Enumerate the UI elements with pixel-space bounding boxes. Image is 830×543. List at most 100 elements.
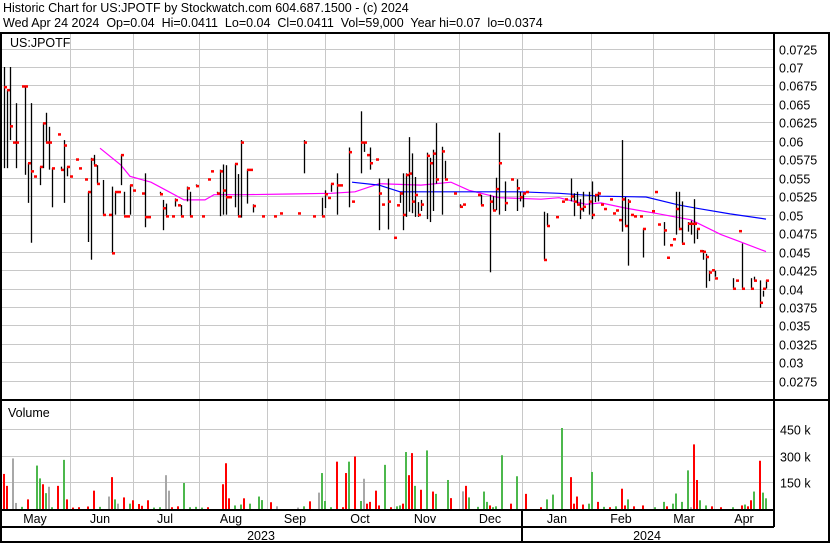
close-tick	[625, 224, 628, 228]
volume-bar	[303, 506, 305, 509]
close-tick	[103, 213, 106, 217]
close-tick	[406, 173, 409, 177]
close-tick	[697, 227, 700, 231]
close-tick	[97, 182, 100, 186]
volume-bar	[171, 507, 173, 509]
close-tick	[739, 229, 742, 233]
close-tick	[505, 201, 508, 205]
symbol-label: US:JPOTF	[10, 36, 71, 50]
volume-bar	[753, 491, 755, 509]
volume-bar	[129, 503, 131, 509]
volume-bar	[561, 428, 563, 509]
volume-bar	[42, 484, 44, 509]
close-tick	[751, 287, 754, 291]
close-tick	[619, 218, 622, 222]
volume-bar	[270, 502, 272, 509]
close-tick	[4, 85, 7, 89]
volume-bar	[63, 459, 65, 509]
volume-bar	[411, 453, 413, 509]
volume-bar	[243, 498, 245, 509]
close-tick	[220, 170, 223, 173]
close-tick	[16, 141, 19, 144]
volume-bar	[48, 486, 50, 509]
close-tick	[352, 200, 355, 203]
year-label: 2024	[633, 529, 661, 543]
close-tick	[679, 227, 682, 231]
volume-bar	[384, 464, 386, 509]
close-tick	[229, 195, 232, 199]
price-tick-label: 0.055	[779, 173, 810, 187]
close-tick	[595, 193, 598, 197]
volume-bar	[699, 500, 701, 509]
close-tick	[118, 190, 121, 194]
volume-bar	[378, 505, 380, 509]
volume-bar	[342, 507, 344, 509]
volume-bar	[234, 505, 236, 509]
gridlines	[2, 33, 773, 509]
volume-bar	[432, 491, 434, 509]
volume-bar	[261, 500, 263, 509]
close-tick	[67, 165, 70, 169]
close-tick	[421, 203, 424, 206]
close-tick	[331, 182, 334, 186]
volume-bar	[633, 506, 635, 509]
close-tick	[196, 184, 199, 188]
volume-bar	[165, 475, 167, 509]
volume-bar	[408, 475, 410, 509]
volume-bar	[762, 492, 764, 509]
volume-bar	[117, 503, 119, 509]
close-tick	[325, 193, 328, 196]
close-tick	[112, 252, 115, 255]
volume-bar	[627, 499, 629, 509]
volume-bar	[588, 503, 590, 509]
close-tick	[580, 207, 583, 211]
volume-bar	[51, 507, 53, 509]
volume-tick-label: 300 k	[780, 451, 811, 465]
price-tick-label: 0.065	[779, 99, 810, 113]
volume-bar	[276, 506, 278, 509]
close-tick	[592, 213, 595, 217]
close-tick	[676, 207, 679, 211]
volume-bar	[21, 506, 23, 509]
price-tick-label: 0.0525	[779, 191, 817, 205]
close-tick	[442, 150, 445, 153]
close-tick	[733, 287, 736, 291]
price-tick-label: 0.0425	[779, 265, 817, 279]
volume-bar	[516, 476, 518, 509]
close-tick	[511, 178, 514, 181]
volume-bar	[705, 505, 707, 509]
month-label: May	[23, 512, 47, 526]
close-tick	[25, 85, 28, 88]
close-tick	[652, 209, 655, 213]
close-tick	[499, 161, 502, 165]
close-tick	[460, 205, 463, 209]
price-tick-label: 0.0725	[779, 44, 817, 58]
volume-bar	[492, 507, 494, 509]
volume-bar	[414, 485, 416, 509]
volume-bar	[366, 503, 368, 509]
price-tick-label: 0.0675	[779, 80, 817, 94]
close-tick	[253, 204, 256, 208]
volume-bar	[168, 490, 170, 509]
close-tick	[397, 204, 400, 207]
volume-bar	[57, 485, 59, 509]
volume-bar	[582, 504, 584, 509]
close-tick	[28, 161, 31, 165]
close-tick	[577, 203, 580, 206]
close-tick	[64, 144, 67, 147]
close-tick	[547, 224, 550, 228]
volume-panel-label: Volume	[8, 406, 50, 420]
close-tick	[493, 209, 496, 212]
close-tick	[328, 196, 331, 200]
close-tick	[322, 215, 325, 218]
volume-bar	[132, 500, 134, 509]
close-tick	[388, 200, 391, 203]
volume-bar	[222, 484, 224, 509]
close-tick	[478, 193, 481, 197]
volume-bar	[369, 501, 371, 509]
close-tick	[49, 141, 52, 144]
price-tick-label: 0.0475	[779, 228, 817, 242]
close-tick	[142, 192, 145, 195]
close-tick	[52, 167, 55, 170]
close-tick	[454, 192, 457, 195]
